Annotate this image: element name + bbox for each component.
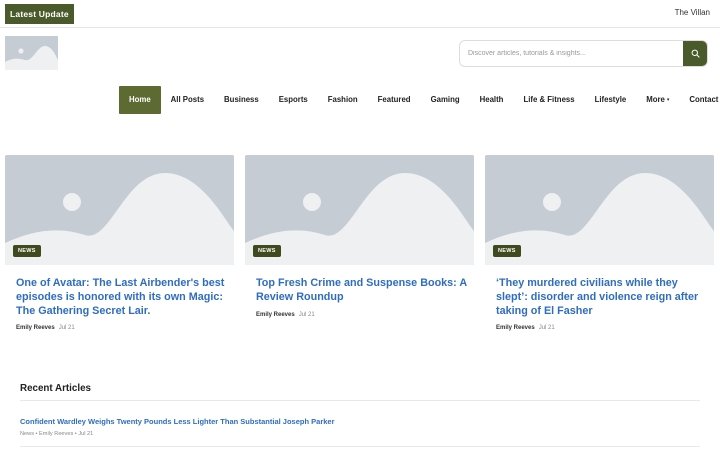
nav-item-more-label: More	[646, 95, 665, 104]
article-title-link[interactable]: One of Avatar: The Last Airbender's best…	[16, 276, 228, 318]
search-icon	[691, 49, 700, 58]
recent-articles-heading: Recent Articles	[20, 383, 91, 394]
article-card: NEWS One of Avatar: The Last Airbender's…	[5, 155, 234, 335]
nav-item-fashion[interactable]: Fashion	[328, 86, 358, 114]
article-card: NEWS Top Fresh Crime and Suspense Books:…	[245, 155, 474, 335]
recent-article-link[interactable]: Confident Wardley Weighs Twenty Pounds L…	[20, 417, 335, 426]
nav-item-lifestyle[interactable]: Lifestyle	[595, 86, 627, 114]
nav-item-contact-us[interactable]: Contact Us	[689, 86, 720, 114]
article-date: Jul 21	[298, 312, 315, 318]
nav-item-home[interactable]: Home	[119, 86, 161, 114]
nav-item-health[interactable]: Health	[480, 86, 504, 114]
article-author[interactable]: Emily Reeves	[256, 312, 295, 318]
category-tag[interactable]: NEWS	[13, 245, 41, 257]
site-logo[interactable]	[5, 36, 58, 70]
search-input[interactable]	[460, 41, 684, 66]
article-meta: Emily Reeves Jul 21	[16, 325, 75, 331]
top-bar: Latest Update The Villan	[0, 0, 720, 28]
recent-article-meta: News • Emily Reeves • Jul 21	[20, 431, 94, 437]
main-nav: Home All Posts Business Esports Fashion …	[119, 86, 720, 114]
image-placeholder-icon	[5, 36, 58, 70]
site-name-link[interactable]: The Villan	[675, 8, 710, 17]
category-tag[interactable]: NEWS	[493, 245, 521, 257]
chevron-down-icon: ▾	[666, 97, 670, 103]
nav-item-esports[interactable]: Esports	[279, 86, 308, 114]
search-box	[459, 40, 708, 67]
article-title-link[interactable]: Top Fresh Crime and Suspense Books: A Re…	[256, 276, 468, 304]
article-date: Jul 21	[538, 325, 555, 331]
divider	[20, 446, 700, 447]
nav-item-all-posts[interactable]: All Posts	[171, 86, 204, 114]
article-meta: Emily Reeves Jul 21	[256, 312, 315, 318]
divider	[20, 400, 700, 401]
nav-item-gaming[interactable]: Gaming	[431, 86, 460, 114]
latest-update-badge[interactable]: Latest Update	[5, 4, 74, 24]
article-author[interactable]: Emily Reeves	[16, 325, 55, 331]
article-card: NEWS ‘They murdered civilians while they…	[485, 155, 714, 335]
article-title-link[interactable]: ‘They murdered civilians while they slep…	[496, 276, 708, 318]
nav-item-more[interactable]: More ▾	[646, 86, 669, 114]
article-meta: Emily Reeves Jul 21	[496, 325, 555, 331]
category-tag[interactable]: NEWS	[253, 245, 281, 257]
search-button[interactable]	[683, 41, 707, 66]
article-author[interactable]: Emily Reeves	[496, 325, 535, 331]
nav-item-business[interactable]: Business	[224, 86, 259, 114]
nav-item-life-fitness[interactable]: Life & Fitness	[523, 86, 574, 114]
nav-item-featured[interactable]: Featured	[378, 86, 411, 114]
article-date: Jul 21	[58, 325, 75, 331]
